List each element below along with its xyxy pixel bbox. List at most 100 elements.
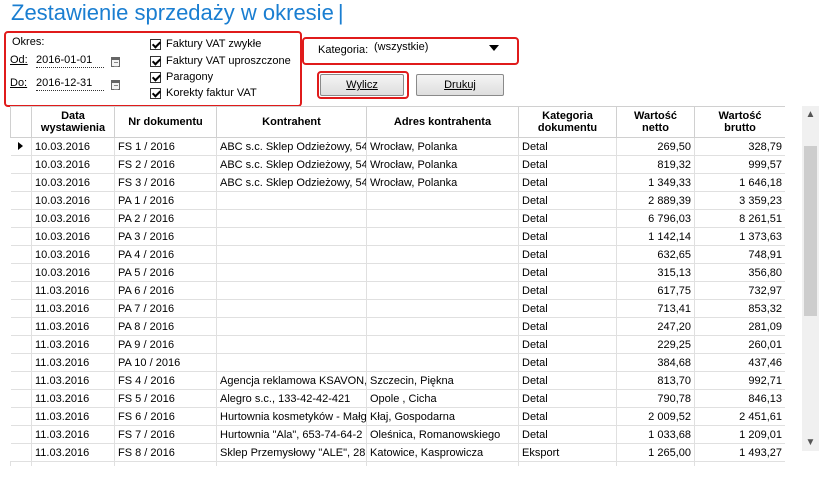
checkbox-vat-corrections[interactable]: Korekty faktur VAT <box>150 87 257 99</box>
table-cell[interactable]: 1 142,14 <box>616 227 695 246</box>
table-cell[interactable]: 10.03.2016 <box>31 191 115 210</box>
table-cell[interactable]: 11.03.2016 <box>31 281 115 300</box>
table-row[interactable]: 10.03.2016 FS 3 / 2016 ABC s.c. Sklep Odzi… <box>10 173 785 192</box>
table-cell[interactable]: 632,65 <box>616 245 695 264</box>
table-cell[interactable]: 732,97 <box>694 281 785 300</box>
table-cell[interactable]: 11.03.2016 <box>31 371 115 390</box>
table-cell[interactable]: 1 493,27 <box>694 443 785 462</box>
table-cell[interactable]: Katowice, Kasprowicza <box>366 443 519 462</box>
checkbox-checked-icon[interactable] <box>150 71 161 83</box>
table-cell[interactable]: 11.03.2016 <box>31 353 115 372</box>
row-indicator[interactable] <box>10 353 32 372</box>
table-cell[interactable]: Oleśnica, Romanowskiego <box>366 425 519 444</box>
table-cell[interactable]: Detal <box>518 353 617 372</box>
table-cell[interactable]: 260,01 <box>694 335 785 354</box>
scrollbar-thumb[interactable] <box>804 146 817 316</box>
table-cell[interactable]: 1 265,00 <box>616 443 695 462</box>
table-cell[interactable]: ABC s.c. Sklep Odzieżowy, 54 <box>216 155 367 174</box>
row-indicator[interactable] <box>10 443 32 462</box>
checkbox-vat-simplified[interactable]: Faktury VAT uproszczone <box>150 55 291 67</box>
table-cell[interactable] <box>216 245 367 264</box>
row-indicator[interactable] <box>10 281 32 300</box>
row-indicator[interactable] <box>10 227 32 246</box>
table-cell[interactable]: 328,79 <box>694 137 785 156</box>
table-cell[interactable]: FS 2 / 2016 <box>114 155 217 174</box>
row-indicator[interactable] <box>10 191 32 210</box>
row-indicator[interactable] <box>10 425 32 444</box>
category-select[interactable]: (wszystkie) <box>370 40 502 56</box>
table-cell[interactable]: ABC s.c. Sklep Odzieżowy, 54 <box>216 173 367 192</box>
table-cell[interactable] <box>366 353 519 372</box>
table-cell[interactable]: 846,13 <box>694 389 785 408</box>
scroll-up-icon[interactable]: ▲ <box>802 106 819 123</box>
table-row[interactable]: 10.03.2016 FS 2 / 2016 ABC s.c. Sklep Odzi… <box>10 155 785 174</box>
row-indicator[interactable] <box>10 407 32 426</box>
table-cell[interactable] <box>366 209 519 228</box>
chevron-down-icon[interactable] <box>489 45 499 51</box>
table-cell[interactable]: Detal <box>518 389 617 408</box>
checkbox-checked-icon[interactable] <box>150 55 161 67</box>
table-cell[interactable]: Detal <box>518 191 617 210</box>
table-cell[interactable]: 11.03.2016 <box>31 389 115 408</box>
table-cell[interactable]: Agencja reklamowa KSAVON, <box>216 371 367 390</box>
table-cell[interactable] <box>366 227 519 246</box>
table-cell[interactable]: PA 9 / 2016 <box>114 335 217 354</box>
table-cell[interactable]: Hurtownia kosmetyków - Małg <box>216 407 367 426</box>
table-cell[interactable]: PA 10 / 2016 <box>114 353 217 372</box>
table-cell[interactable]: FS 1 / 2016 <box>114 137 217 156</box>
table-cell[interactable]: 999,57 <box>694 155 785 174</box>
table-cell[interactable]: PA 7 / 2016 <box>114 299 217 318</box>
table-cell[interactable] <box>366 317 519 336</box>
table-cell[interactable]: 713,41 <box>616 299 695 318</box>
table-cell[interactable]: 853,32 <box>694 299 785 318</box>
table-cell[interactable]: PA 4 / 2016 <box>114 245 217 264</box>
table-cell[interactable]: Detal <box>518 335 617 354</box>
table-cell[interactable]: 1 209,01 <box>694 425 785 444</box>
table-cell[interactable]: Detal <box>518 317 617 336</box>
calendar-icon[interactable] <box>111 57 120 67</box>
table-cell[interactable]: 10.03.2016 <box>31 173 115 192</box>
table-cell[interactable]: 11.03.2016 <box>31 299 115 318</box>
row-indicator[interactable] <box>10 299 32 318</box>
table-cell[interactable] <box>216 263 367 282</box>
table-cell[interactable]: FS 4 / 2016 <box>114 371 217 390</box>
table-row[interactable]: 11.03.2016 PA 8 / 2016 Detal 247,20 281,09 <box>10 317 785 336</box>
row-indicator[interactable] <box>10 245 32 264</box>
vertical-scrollbar[interactable]: ▲ ▼ <box>802 106 819 451</box>
row-indicator[interactable] <box>10 209 32 228</box>
table-cell[interactable] <box>216 299 367 318</box>
table-cell[interactable]: 437,46 <box>694 353 785 372</box>
table-cell[interactable]: Wrocław, Polanka <box>366 173 519 192</box>
table-cell[interactable]: Detal <box>518 209 617 228</box>
table-cell[interactable]: 1 349,33 <box>616 173 695 192</box>
table-cell[interactable]: 1 646,18 <box>694 173 785 192</box>
table-cell[interactable]: 992,71 <box>694 371 785 390</box>
column-header-gross[interactable]: Wartość brutto <box>694 106 785 138</box>
row-indicator[interactable] <box>10 371 32 390</box>
table-row[interactable]: 10.03.2016 FS 1 / 2016 ABC s.c. Sklep Odzi… <box>10 137 785 156</box>
table-cell[interactable]: Detal <box>518 137 617 156</box>
table-cell[interactable]: 617,75 <box>616 281 695 300</box>
table-cell[interactable]: Detal <box>518 425 617 444</box>
table-cell[interactable]: 819,32 <box>616 155 695 174</box>
table-cell[interactable]: 10.03.2016 <box>31 209 115 228</box>
row-indicator[interactable] <box>10 389 32 408</box>
column-header-net[interactable]: Wartość netto <box>616 106 695 138</box>
row-indicator[interactable] <box>10 263 32 282</box>
table-cell[interactable] <box>366 245 519 264</box>
table-cell[interactable] <box>216 227 367 246</box>
column-header-address[interactable]: Adres kontrahenta <box>366 106 519 138</box>
table-cell[interactable]: 315,13 <box>616 263 695 282</box>
table-cell[interactable]: 790,78 <box>616 389 695 408</box>
table-cell[interactable] <box>216 209 367 228</box>
table-cell[interactable]: 247,20 <box>616 317 695 336</box>
table-cell[interactable]: 11.03.2016 <box>31 407 115 426</box>
table-row[interactable]: 11.03.2016 PA 6 / 2016 Detal 617,75 732,97 <box>10 281 785 300</box>
table-cell[interactable]: 10.03.2016 <box>31 155 115 174</box>
column-header-date[interactable]: Data wystawienia <box>31 106 115 138</box>
checkbox-receipts[interactable]: Paragony <box>150 71 213 83</box>
table-cell[interactable]: Sklep Przemysłowy "ALE", 28 <box>216 443 367 462</box>
table-cell[interactable]: Wrocław, Polanka <box>366 155 519 174</box>
table-row[interactable]: 11.03.2016 PA 7 / 2016 Detal 713,41 853,32 <box>10 299 785 318</box>
table-cell[interactable]: 356,80 <box>694 263 785 282</box>
